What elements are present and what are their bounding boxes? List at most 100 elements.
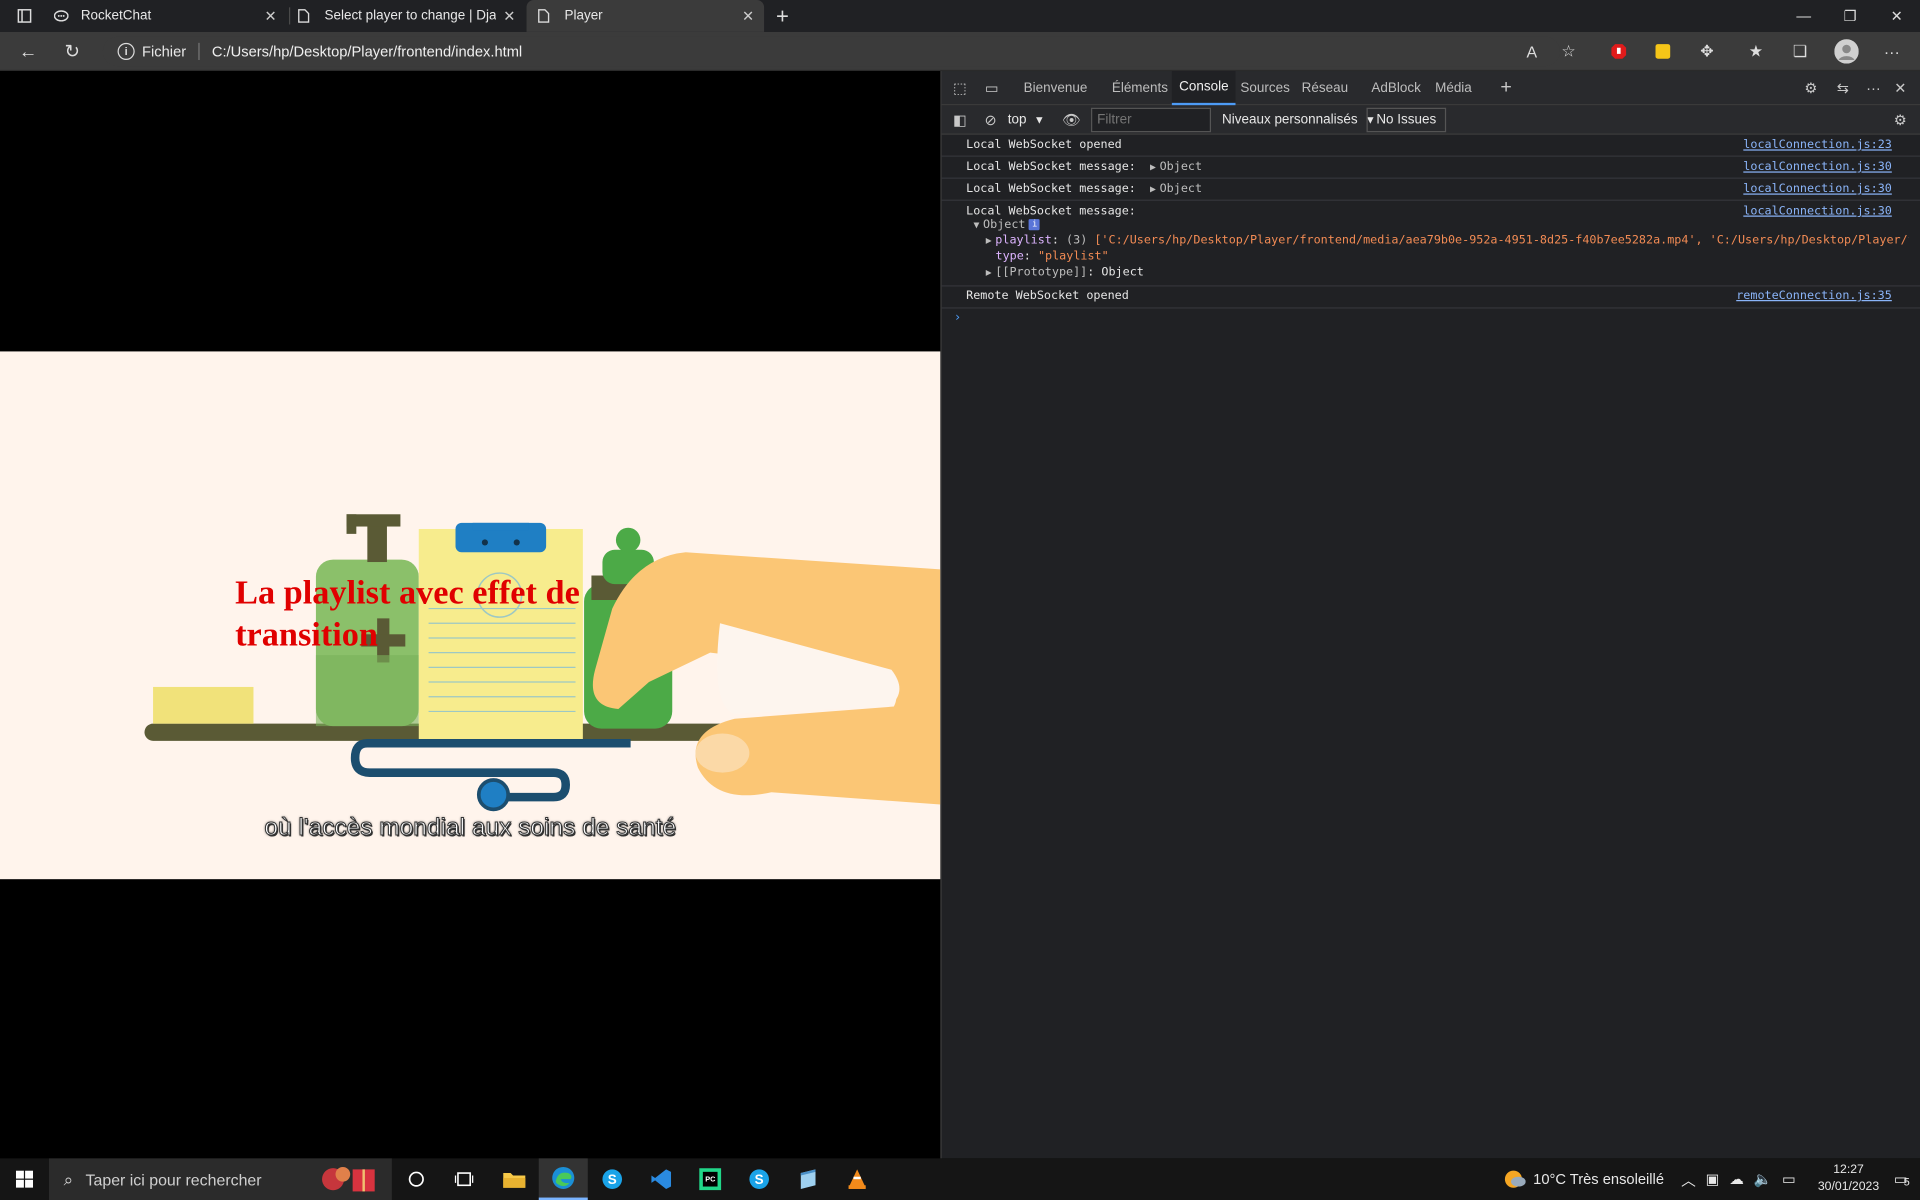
console-source-link[interactable]: remoteConnection.js:35 (1736, 289, 1892, 302)
task-view-icon[interactable] (440, 1158, 489, 1200)
cortana-icon[interactable] (392, 1158, 441, 1200)
weather-text[interactable]: 10°C Très ensoleillé (1533, 1171, 1664, 1188)
collections-icon[interactable]: ❏ (1790, 42, 1810, 62)
address-bar[interactable]: i Fichier C:/Users/hp/Desktop/Player/fro… (102, 36, 1560, 67)
console-source-link[interactable]: localConnection.js:30 (1743, 160, 1892, 173)
console-source-link[interactable]: localConnection.js:23 (1743, 138, 1892, 151)
tab-actions-icon[interactable] (15, 6, 35, 26)
volume-icon[interactable]: 🔈 (1754, 1171, 1772, 1188)
devtools-tab-media[interactable]: Média (1435, 71, 1472, 105)
playlist-count: (3) (1066, 233, 1088, 248)
console-prompt[interactable]: › (942, 309, 1920, 324)
info-icon[interactable]: i (117, 42, 135, 60)
favorite-star-icon[interactable]: ☆ (1559, 42, 1579, 62)
windows-start-icon[interactable] (0, 1158, 49, 1200)
more-menu-icon[interactable]: ··· (1882, 42, 1902, 62)
tab-rocketchat[interactable]: RocketChat ✕ (53, 0, 287, 32)
more-options-icon[interactable]: ··· (1864, 78, 1884, 98)
weather-sun-icon[interactable] (1504, 1166, 1526, 1192)
close-window-button[interactable]: ✕ (1873, 0, 1920, 32)
cloud-sync-icon[interactable]: ☁ (1729, 1171, 1744, 1188)
console-line: Local WebSocket message: ▶ Object localCo… (941, 157, 1920, 179)
prototype-value: Object (1101, 265, 1144, 280)
expand-triangle-icon[interactable]: ▶ (986, 267, 992, 278)
pycharm-icon[interactable]: PC (686, 1158, 735, 1200)
close-tab-icon[interactable]: ✕ (501, 7, 518, 24)
profile-avatar-icon[interactable] (1834, 39, 1859, 64)
new-tab-button[interactable]: + (767, 0, 799, 32)
extension-icon[interactable] (1653, 42, 1673, 62)
console-source-link[interactable]: localConnection.js:30 (1743, 182, 1892, 195)
video-player[interactable]: La playlist avec effet de transition où … (0, 351, 941, 880)
levels-label: Niveaux personnalisés (1222, 112, 1358, 128)
devtools-tab-elements[interactable]: Éléments (1112, 71, 1168, 105)
issues-button[interactable]: No Issues (1366, 107, 1447, 133)
context-select[interactable]: top ▼ (1008, 109, 1045, 131)
tab-title: Player (564, 8, 603, 24)
tab-django[interactable]: Select player to change | Django ✕ (298, 0, 526, 32)
expand-triangle-icon[interactable]: ▶ (1150, 162, 1156, 173)
console-filter-input[interactable] (1091, 107, 1212, 133)
console-toolbar: ◧ ⊘ top ▼ 👁 Niveaux personnalisés ▼ No I… (941, 105, 1920, 135)
svg-text:S: S (755, 1172, 764, 1187)
collapse-triangle-icon[interactable]: ▼ (973, 219, 979, 230)
adblock-extension-icon[interactable] (1609, 42, 1629, 62)
refresh-button[interactable]: ↻ (56, 37, 88, 66)
devtools-tab-network[interactable]: Réseau (1302, 71, 1348, 105)
minimize-button[interactable]: — (1780, 0, 1827, 32)
close-tab-icon[interactable]: ✕ (740, 7, 757, 24)
read-aloud-icon[interactable]: A (1522, 42, 1542, 62)
page-icon (538, 9, 553, 24)
expand-triangle-icon[interactable]: ▶ (986, 235, 992, 246)
vscode-icon[interactable] (637, 1158, 686, 1200)
back-button[interactable]: ← (12, 37, 44, 66)
dock-side-icon[interactable]: ⇆ (1833, 78, 1853, 98)
close-devtools-icon[interactable]: ✕ (1891, 78, 1911, 98)
skype-business-icon[interactable]: S (735, 1158, 784, 1200)
edge-browser-icon[interactable] (538, 1158, 588, 1200)
console-source-link[interactable]: localConnection.js:30 (1743, 204, 1892, 217)
date: 30/01/2023 (1817, 1180, 1880, 1194)
clear-console-icon[interactable]: ⊘ (981, 110, 1001, 130)
restore-button[interactable]: ❐ (1827, 0, 1874, 32)
devtools-tab-adblock[interactable]: AdBlock (1371, 71, 1420, 105)
object-preview[interactable]: Object (1160, 160, 1202, 173)
object-root[interactable]: Object (983, 218, 1025, 231)
devtools-tab-console[interactable]: Console (1171, 71, 1236, 106)
tab-title: Select player to change | Django (324, 8, 496, 24)
network-icon[interactable]: ▭ (1782, 1171, 1796, 1188)
page-icon (298, 9, 313, 24)
inspect-element-icon[interactable]: ⬚ (950, 78, 970, 98)
notification-count: 5 (1903, 1175, 1910, 1188)
taskbar-search[interactable]: ⌕ Taper ici pour rechercher (48, 1158, 392, 1200)
search-icon: ⌕ (63, 1168, 74, 1189)
info-badge-icon: i (1029, 219, 1041, 231)
extensions-puzzle-icon[interactable]: ✥ (1697, 42, 1717, 62)
devtools-tab-sources[interactable]: Sources (1240, 71, 1289, 105)
settings-gear-icon[interactable]: ⚙ (1801, 78, 1821, 98)
favorites-icon[interactable]: ★ (1746, 42, 1766, 62)
clock[interactable]: 12:27 30/01/2023 (1818, 1162, 1879, 1196)
log-levels-select[interactable]: Niveaux personnalisés ▼ (1222, 109, 1376, 131)
notification-center-icon[interactable]: ▭ 5 (1894, 1171, 1910, 1188)
close-tab-icon[interactable]: ✕ (262, 7, 279, 24)
meet-now-icon[interactable]: ▣ (1706, 1171, 1720, 1188)
console-line: Local WebSocket opened localConnection.j… (941, 135, 1920, 157)
sidebar-toggle-icon[interactable]: ◧ (950, 110, 970, 130)
live-expression-eye-icon[interactable]: 👁 (1062, 110, 1082, 130)
tab-player[interactable]: Player ✕ (526, 0, 765, 32)
devtools-tab-bienvenue[interactable]: Bienvenue (1024, 71, 1088, 105)
add-tab-icon[interactable]: + (1496, 77, 1516, 98)
chevron-up-icon[interactable]: ︿ (1681, 1169, 1696, 1190)
skype-icon[interactable]: S (588, 1158, 637, 1200)
console-message: Local WebSocket message: (966, 160, 1136, 174)
url-text[interactable]: C:/Users/hp/Desktop/Player/frontend/inde… (212, 43, 522, 60)
file-explorer-icon[interactable] (490, 1158, 539, 1200)
object-preview[interactable]: Object (1160, 182, 1202, 195)
windows-taskbar: ⌕ Taper ici pour rechercher S PC S 10°C … (0, 1158, 1920, 1200)
device-emulation-icon[interactable]: ▭ (982, 78, 1002, 98)
vlc-icon[interactable] (833, 1158, 882, 1200)
notepad-icon[interactable] (784, 1158, 833, 1200)
console-settings-gear-icon[interactable]: ⚙ (1891, 110, 1911, 130)
expand-triangle-icon[interactable]: ▶ (1150, 184, 1156, 195)
